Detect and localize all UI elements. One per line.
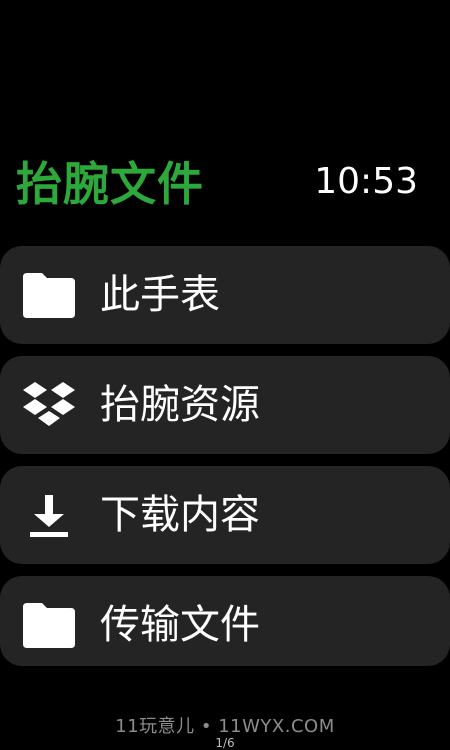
- menu-item-resources[interactable]: 抬腕资源: [0, 356, 450, 454]
- app-header: 抬腕文件 10:53: [0, 0, 450, 235]
- menu-item-label: 此手表: [100, 272, 220, 318]
- menu-item-label: 下载内容: [100, 492, 260, 538]
- download-icon: [20, 487, 78, 543]
- menu-item-label: 传输文件: [100, 602, 260, 648]
- dropbox-icon: [20, 377, 78, 433]
- folder-icon: [20, 597, 78, 653]
- folder-icon: [20, 267, 78, 323]
- page-indicator: 1/6: [215, 736, 235, 750]
- menu-item-transfer-files[interactable]: 传输文件: [0, 576, 450, 666]
- menu-item-this-watch[interactable]: 此手表: [0, 246, 450, 344]
- app-title: 抬腕文件: [16, 157, 204, 211]
- menu-item-label: 抬腕资源: [100, 382, 260, 428]
- menu-item-downloads[interactable]: 下载内容: [0, 466, 450, 564]
- watch-screen: 抬腕文件 10:53 此手表 抬腕资源 下载内容 传输文件 11玩意儿 • 11…: [0, 0, 450, 750]
- clock-time: 10:53: [314, 161, 418, 202]
